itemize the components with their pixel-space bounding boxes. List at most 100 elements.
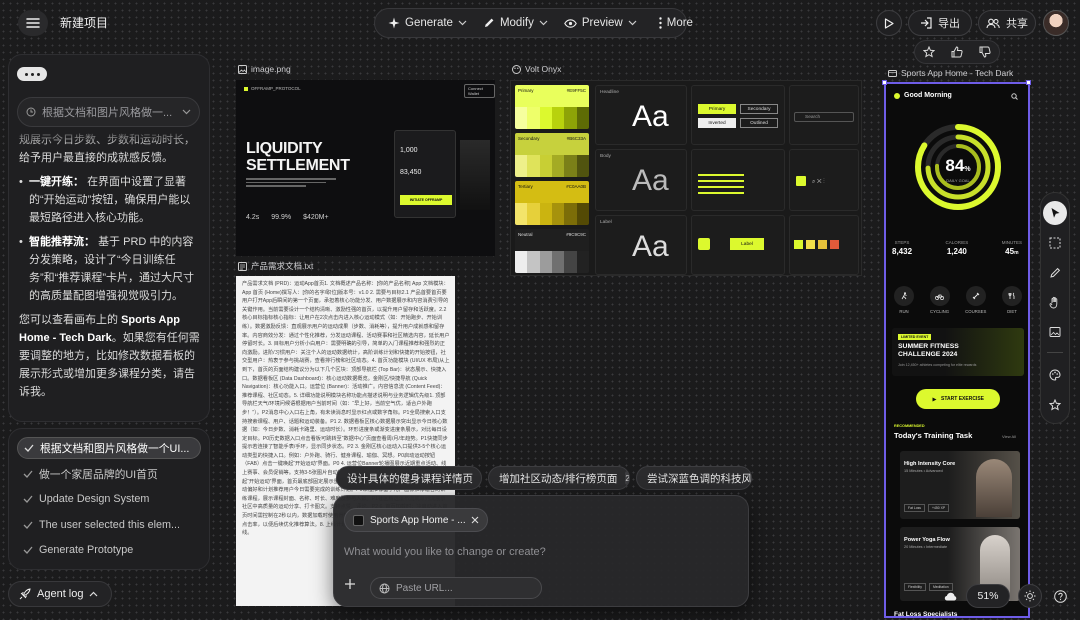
hand-tool[interactable] — [1043, 291, 1067, 315]
swatch-hex: #E9FF5C — [566, 88, 586, 93]
stat-minutes: MINUTES 45m — [1002, 240, 1022, 256]
context-chip[interactable]: Sports App Home - ... — [344, 508, 488, 532]
swatch-label: Neutral — [518, 232, 533, 237]
volt-card-caption: Volt Onyx — [512, 64, 561, 74]
swatch-hex: #C0AA0B — [566, 184, 586, 189]
quick-diet[interactable]: DIET — [1001, 286, 1022, 314]
generate-button[interactable]: Generate — [381, 11, 474, 35]
training-card[interactable]: High Intensity Core 15 Minutes • Advance… — [900, 451, 1020, 519]
phone-frame[interactable]: Good Morning 84% DAILY GOAL STEPS 8,432 C… — [884, 82, 1030, 618]
main-toolbar: Generate Modify Preview More — [374, 8, 693, 38]
url-input[interactable]: Paste URL... — [370, 577, 542, 599]
close-icon[interactable] — [471, 516, 479, 524]
add-attachment-button[interactable] — [344, 578, 356, 590]
selection-handle[interactable] — [1026, 80, 1031, 85]
selection-handle[interactable] — [882, 80, 887, 85]
image-card-title: image.png — [251, 64, 291, 74]
suggestion-chip[interactable]: 设计具体的健身课程详情页 1 — [336, 466, 482, 490]
sample-search: Search — [794, 112, 854, 122]
banner-tag: LIMITED EVENT — [898, 334, 932, 340]
favorite-tool[interactable] — [1043, 393, 1067, 417]
quick-nav: RUN CYCLING COURSES DIET — [894, 286, 1022, 314]
reaction-bar — [914, 40, 1000, 64]
cloud-icon — [944, 592, 956, 600]
select-tool[interactable] — [1043, 201, 1067, 225]
thumbs-up-icon[interactable] — [951, 46, 963, 58]
thumbs-down-icon[interactable] — [979, 46, 991, 58]
image-card[interactable]: OFFRAMP_PROTOCOL Connect Wallet LIQUIDIT… — [236, 80, 495, 256]
help-button[interactable] — [1048, 584, 1072, 608]
more-button[interactable]: More — [652, 11, 700, 35]
cursor-icon — [1051, 207, 1059, 218]
theme-toggle-button[interactable] — [1018, 584, 1042, 608]
share-button[interactable]: 共享 — [978, 10, 1036, 36]
sun-icon — [894, 92, 900, 99]
task-item[interactable]: 根据文档和图片风格做一个UI... — [17, 437, 201, 459]
generate-label: Generate — [405, 17, 453, 29]
swatch-tertiary: Tertiary #C0AA0B — [515, 181, 589, 225]
menu-button[interactable] — [18, 10, 48, 36]
zoom-level[interactable]: 51% — [966, 584, 1010, 608]
chips-cell: Label — [691, 215, 785, 275]
quick-run[interactable]: RUN — [894, 286, 914, 314]
users-icon — [986, 18, 1000, 28]
image-card-caption: image.png — [238, 64, 291, 74]
user-avatar[interactable] — [1043, 10, 1069, 36]
brand-text: OFFRAMP_PROTOCOL — [251, 86, 301, 91]
play-button[interactable] — [876, 10, 902, 36]
task-item[interactable]: Update Design System — [17, 488, 201, 510]
scroll-fade — [9, 127, 209, 147]
status-cell — [789, 215, 859, 275]
quick-label: CYCLING — [930, 309, 950, 314]
history-icon — [26, 107, 36, 117]
marquee-tool[interactable] — [1043, 231, 1067, 255]
ring-label: DAILY GOAL — [946, 178, 970, 183]
view-all-link[interactable]: View All — [1002, 434, 1016, 439]
export-button[interactable]: 导出 — [908, 10, 972, 36]
task-item[interactable]: Generate Prototype — [17, 539, 201, 561]
draw-tool[interactable] — [1043, 261, 1067, 285]
conversation-selector[interactable]: 根据文档和图片风格做一... — [17, 97, 200, 127]
section-title: Today's Training Task — [894, 431, 973, 440]
design-system-card[interactable]: Primary #E9FF5C Secondary #B6C33A Tertiary… — [510, 80, 862, 276]
quick-cycling[interactable]: CYCLING — [929, 286, 950, 314]
stat-value: 8,432 — [892, 247, 913, 256]
cloud-sync-button[interactable] — [938, 584, 962, 608]
start-exercise-button[interactable]: START EXERCISE — [916, 389, 1000, 409]
volt-card-title: Volt Onyx — [525, 64, 562, 74]
task-item[interactable]: 做一个家居品牌的UI首页 — [17, 463, 201, 485]
quick-courses[interactable]: COURSES — [965, 286, 986, 314]
run-icon — [901, 292, 907, 300]
star-icon[interactable] — [923, 46, 935, 58]
task-item[interactable]: The user selected this elem... — [17, 514, 201, 536]
theme-tool[interactable] — [1043, 363, 1067, 387]
preview-button[interactable]: Preview — [557, 11, 644, 35]
suggestion-chip[interactable]: 尝试深蓝色调的科技风格 — [636, 466, 752, 490]
modify-button[interactable]: Modify — [476, 11, 555, 35]
prompt-input[interactable]: What would you like to change or create? — [344, 546, 546, 558]
image-stat: 99.9% — [271, 214, 292, 221]
help-icon — [1053, 589, 1067, 603]
chevron-down-icon — [458, 20, 467, 26]
agent-log-button[interactable]: Agent log — [8, 581, 112, 607]
ring-value: 84% — [913, 156, 1003, 176]
training-card-subtitle: 15 Minutes • Advanced — [904, 469, 943, 473]
image-tool[interactable] — [1043, 320, 1067, 344]
search-icon — [1011, 93, 1018, 100]
swatch-label: Secondary — [518, 136, 540, 141]
stat-steps: STEPS 8,432 — [892, 240, 912, 256]
event-banner[interactable]: LIMITED EVENT SUMMER FITNESS CHALLENGE 2… — [892, 328, 1024, 376]
type-sample: Aa — [632, 100, 669, 133]
stat-unit: m — [1014, 250, 1019, 256]
suggestion-chip[interactable]: 增加社区动态/排行榜页面 2 — [488, 466, 630, 490]
pencil-icon — [1050, 267, 1061, 278]
quick-label: RUN — [899, 309, 909, 314]
widget-amount-1: 1,000 — [400, 147, 418, 154]
image-widget: 1,000 83,450 INITIATE OFFRAMP — [394, 130, 456, 218]
sparkle-icon — [388, 17, 400, 29]
frame-icon — [888, 69, 897, 77]
project-title[interactable]: 新建项目 — [60, 14, 108, 31]
check-icon — [23, 546, 33, 554]
tool-rail — [1040, 192, 1070, 424]
swatch-secondary: Secondary #B6C33A — [515, 133, 589, 177]
